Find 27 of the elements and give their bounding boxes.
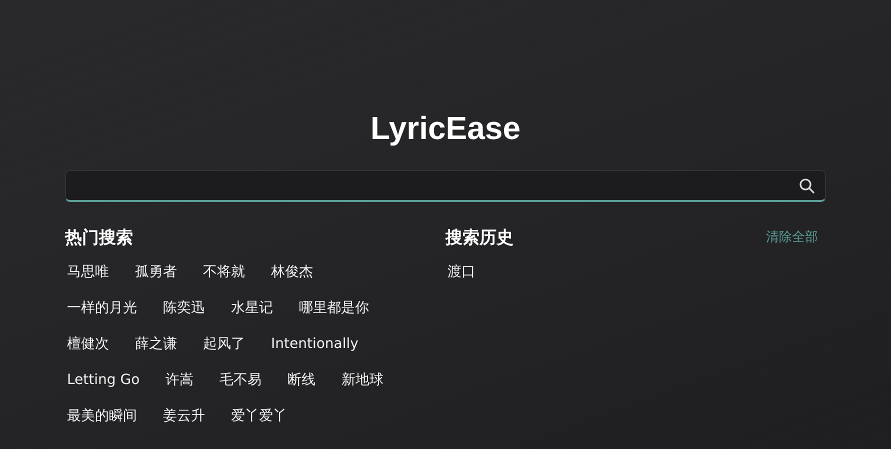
hot-search-tag[interactable]: 孤勇者 (133, 260, 177, 284)
hot-search-tag[interactable]: 不将就 (201, 260, 245, 284)
hot-search-tag[interactable]: 薛之谦 (133, 332, 177, 356)
section-title: 热门搜索 (65, 226, 133, 248)
clear-all-link[interactable]: 清除全部 (766, 228, 818, 246)
hot-search-tag[interactable]: 最美的瞬间 (65, 404, 137, 428)
hot-search-tag[interactable]: 断线 (286, 368, 316, 392)
hot-search-tag[interactable]: 爱丫爱丫 (229, 404, 287, 428)
hot-search-tag[interactable]: 许嵩 (164, 368, 194, 392)
hot-search-tag[interactable]: 马思唯 (65, 260, 109, 284)
history-item[interactable]: 渡口 (446, 260, 476, 284)
hot-search-tag[interactable]: 姜云升 (161, 404, 205, 428)
hot-search-tag[interactable]: 水星记 (229, 296, 273, 320)
hot-search-tag[interactable]: 一样的月光 (65, 296, 137, 320)
app-title: LyricEase (370, 109, 521, 148)
section-title: 搜索历史 (446, 226, 514, 248)
hot-search-tag[interactable]: Letting Go (65, 368, 140, 392)
hot-search-tag[interactable]: 毛不易 (218, 368, 262, 392)
hot-search-tag[interactable]: 新地球 (340, 368, 384, 392)
hot-search-tag[interactable]: Intentionally (269, 332, 358, 356)
search-field[interactable] (65, 170, 826, 202)
hot-search-tag[interactable]: 林俊杰 (269, 260, 313, 284)
hot-search-tag[interactable]: 陈奕迅 (161, 296, 205, 320)
search-icon[interactable] (799, 178, 815, 194)
hot-search-tag[interactable]: 檀健次 (65, 332, 109, 356)
hot-search-tag[interactable]: 起风了 (201, 332, 245, 356)
hot-search-tag[interactable]: 哪里都是你 (297, 296, 369, 320)
